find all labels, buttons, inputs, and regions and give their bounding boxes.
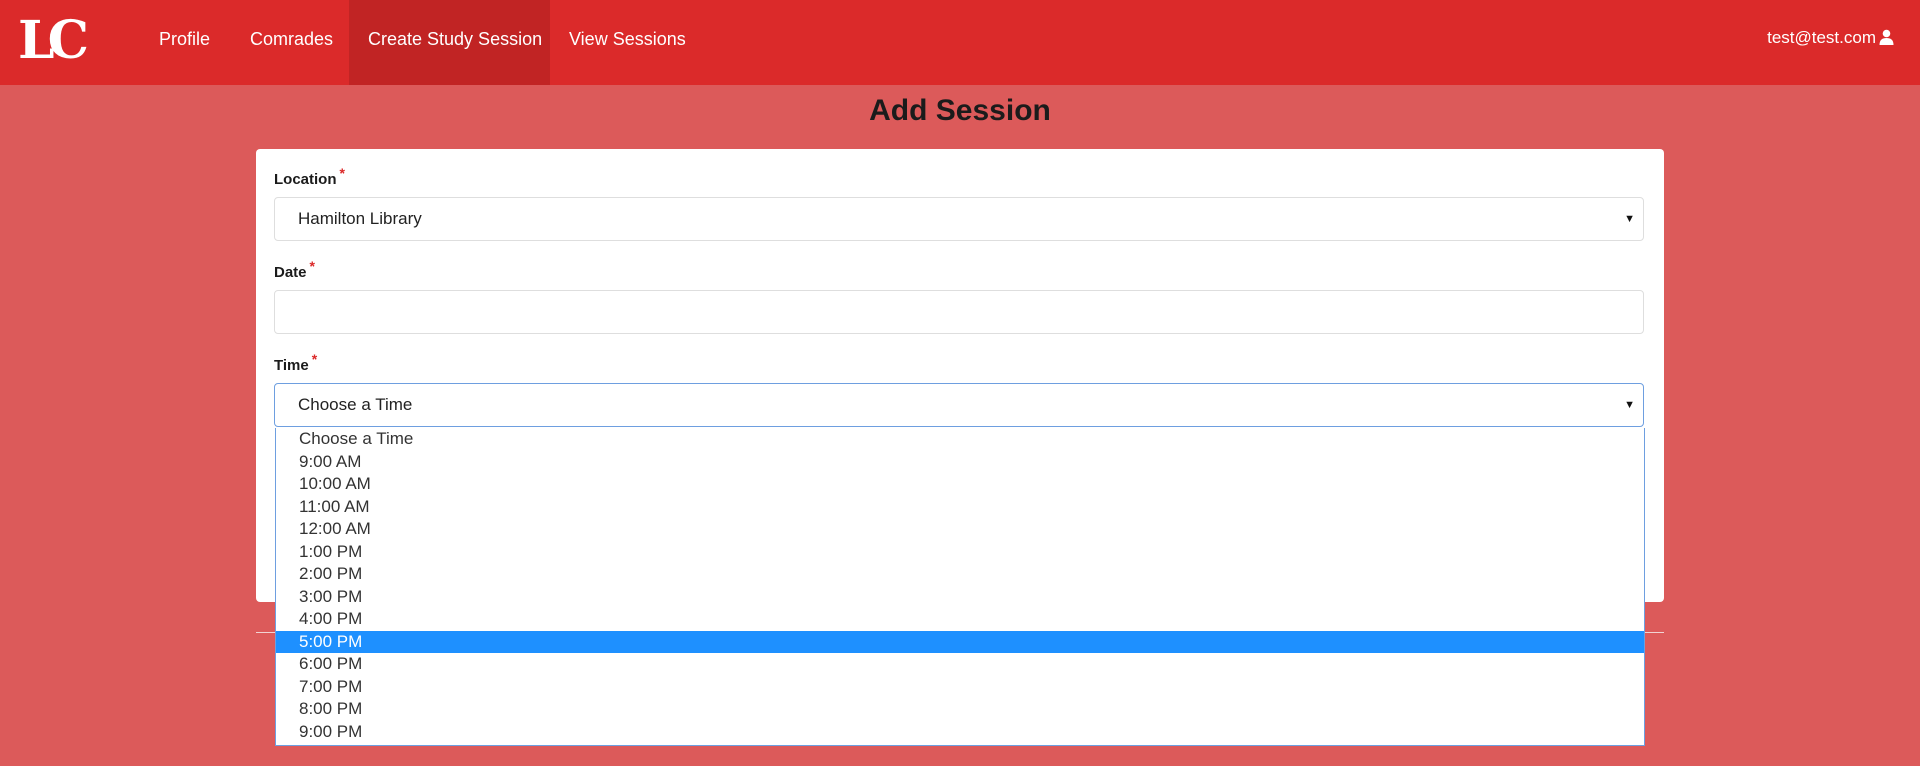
location-select-value: Hamilton Library (298, 209, 422, 228)
chevron-down-icon: ▼ (1624, 399, 1635, 411)
time-options-list: Choose a Time 9:00 AM 10:00 AM 11:00 AM … (275, 428, 1645, 746)
logo[interactable]: LC (18, 6, 89, 76)
user-menu[interactable]: test@test.com (1767, 0, 1894, 85)
user-icon (1876, 28, 1894, 47)
date-label: Date * (274, 258, 315, 281)
nav-view-sessions[interactable]: View Sessions (569, 0, 686, 85)
time-option[interactable]: 8:00 PM (276, 698, 1644, 721)
nav-profile[interactable]: Profile (159, 0, 210, 85)
required-marker: * (339, 165, 345, 181)
time-option[interactable]: 4:00 PM (276, 608, 1644, 631)
time-option[interactable]: Choose a Time (276, 428, 1644, 451)
chevron-down-icon: ▼ (1624, 213, 1635, 225)
nav-comrades[interactable]: Comrades (250, 0, 333, 85)
top-navbar: LC Profile Comrades Create Study Session… (0, 0, 1920, 85)
time-option[interactable]: 12:00 AM (276, 518, 1644, 541)
page-title: Add Session (869, 94, 1051, 127)
nav-create-study-session[interactable]: Create Study Session (368, 0, 542, 85)
time-option[interactable]: 6:00 PM (276, 653, 1644, 676)
time-label: Time * (274, 351, 317, 374)
time-label-text: Time (274, 357, 309, 374)
date-label-text: Date (274, 264, 307, 281)
time-option[interactable]: 2:00 PM (276, 563, 1644, 586)
time-option[interactable]: 1:00 PM (276, 541, 1644, 564)
time-option[interactable]: 9:00 AM (276, 451, 1644, 474)
time-option[interactable]: 5:00 PM (276, 630, 1644, 653)
time-select[interactable]: Choose a Time ▼ (274, 383, 1644, 427)
time-option[interactable]: 11:00 AM (276, 496, 1644, 519)
location-label: Location * (274, 165, 345, 188)
date-input[interactable] (274, 290, 1644, 334)
location-select[interactable]: Hamilton Library ▼ (274, 197, 1644, 241)
time-option[interactable]: 10:00 AM (276, 473, 1644, 496)
time-option[interactable]: 7:00 PM (276, 676, 1644, 699)
time-select-value: Choose a Time (298, 395, 413, 414)
time-option[interactable]: 3:00 PM (276, 586, 1644, 609)
time-option[interactable]: 9:00 PM (276, 721, 1644, 744)
location-label-text: Location (274, 171, 337, 188)
user-email: test@test.com (1767, 28, 1876, 47)
required-marker: * (311, 351, 318, 367)
required-marker: * (309, 258, 315, 274)
